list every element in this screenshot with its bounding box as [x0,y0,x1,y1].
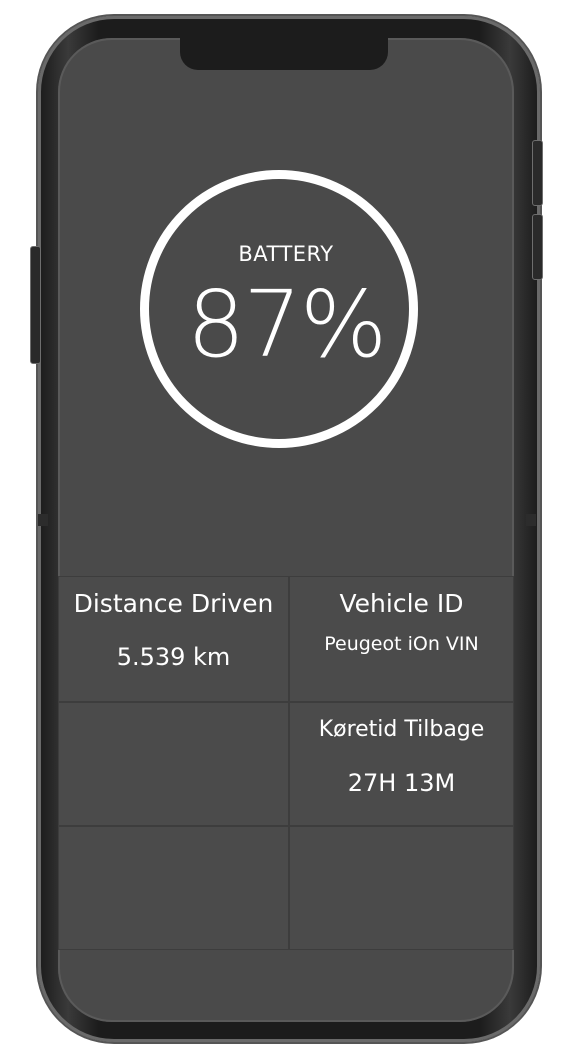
battery-label: BATTERY [238,242,334,266]
distance-driven-value: 5.539 km [116,643,231,671]
empty-tile-1 [58,702,289,826]
distance-driven-title: Distance Driven [73,589,274,618]
phone-screen: BATTERY 87% Distance Driven 5.539 km Veh… [58,38,514,1022]
time-remaining-tile[interactable]: Køretid Tilbage 27H 13M [289,702,514,826]
empty-tile-2 [58,826,289,950]
distance-driven-tile[interactable]: Distance Driven 5.539 km [58,576,289,702]
vehicle-id-title: Vehicle ID [339,589,464,618]
antenna-band-right [526,514,536,526]
side-button-upper [532,140,543,206]
vehicle-id-tile[interactable]: Vehicle ID Peugeot iOn VIN [289,576,514,702]
notch [180,38,388,70]
empty-tile-3 [289,826,514,950]
battery-percentage: 87% [186,271,387,378]
info-grid: Distance Driven 5.539 km Vehicle ID Peug… [58,576,514,950]
time-remaining-value: 27H 13M [347,769,456,797]
side-button-lower [532,214,543,280]
volume-button [30,246,41,364]
antenna-band-left [38,514,48,526]
time-remaining-title: Køretid Tilbage [318,717,485,742]
vehicle-id-value: Peugeot iOn VIN [324,633,479,655]
